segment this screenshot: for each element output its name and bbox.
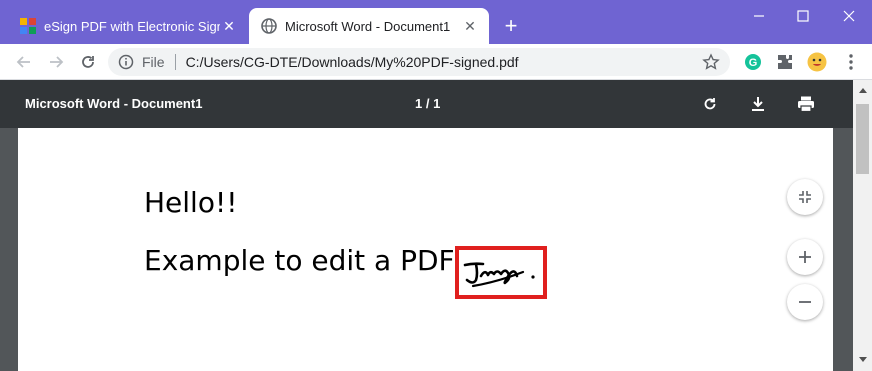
tab-esign[interactable]: eSign PDF with Electronic Signatu ✕ xyxy=(8,8,248,44)
plus-icon xyxy=(799,251,811,263)
extensions-icon[interactable] xyxy=(775,52,795,72)
tab-label: eSign PDF with Electronic Signatu xyxy=(44,18,220,34)
maximize-button[interactable] xyxy=(780,0,826,32)
tab-label: Microsoft Word - Document1 xyxy=(285,18,451,34)
pdf-title: Microsoft Word - Document1 xyxy=(25,96,203,111)
scroll-up-arrow-icon[interactable] xyxy=(853,82,872,98)
scrollbar-thumb[interactable] xyxy=(856,104,869,174)
scroll-down-arrow-icon[interactable] xyxy=(853,352,872,368)
signature-box[interactable] xyxy=(455,246,547,299)
minimize-button[interactable] xyxy=(736,0,782,32)
fit-to-page-button[interactable] xyxy=(787,179,823,215)
reload-button[interactable] xyxy=(74,48,102,76)
pdf-toolbar: Microsoft Word - Document1 1 / 1 xyxy=(0,80,853,128)
more-menu-icon[interactable] xyxy=(841,52,861,72)
download-icon[interactable] xyxy=(748,94,768,114)
globe-icon xyxy=(261,18,277,34)
document-text: Example to edit a PDF xyxy=(144,244,455,277)
grammarly-icon[interactable]: G xyxy=(743,52,763,72)
scheme-label: File xyxy=(142,54,165,70)
forward-button[interactable] xyxy=(42,48,70,76)
close-icon[interactable]: ✕ xyxy=(461,17,479,35)
zoom-in-button[interactable] xyxy=(787,239,823,275)
print-icon[interactable] xyxy=(796,94,816,114)
close-icon[interactable]: ✕ xyxy=(220,17,238,35)
avatar[interactable] xyxy=(807,52,827,72)
browser-toolbar: File C:/Users/CG-DTE/Downloads/My%20PDF-… xyxy=(0,44,872,80)
app-grid-icon xyxy=(20,18,36,34)
collapse-icon xyxy=(799,191,811,203)
url-text[interactable]: C:/Users/CG-DTE/Downloads/My%20PDF-signe… xyxy=(186,54,519,70)
info-icon[interactable] xyxy=(118,54,134,70)
back-button[interactable] xyxy=(10,48,38,76)
divider xyxy=(174,54,176,70)
signature-image xyxy=(463,262,535,288)
document-heading: Hello!! xyxy=(144,186,238,219)
svg-text:G: G xyxy=(749,57,758,69)
star-icon[interactable] xyxy=(702,53,720,71)
close-window-button[interactable] xyxy=(826,0,872,32)
tab-document[interactable]: Microsoft Word - Document1 ✕ xyxy=(249,8,489,44)
new-tab-button[interactable]: + xyxy=(498,14,524,40)
minus-icon xyxy=(799,301,811,303)
rotate-icon[interactable] xyxy=(700,94,720,114)
page-indicator: 1 / 1 xyxy=(415,96,441,111)
zoom-out-button[interactable] xyxy=(787,284,823,320)
address-bar[interactable]: File C:/Users/CG-DTE/Downloads/My%20PDF-… xyxy=(108,48,730,76)
